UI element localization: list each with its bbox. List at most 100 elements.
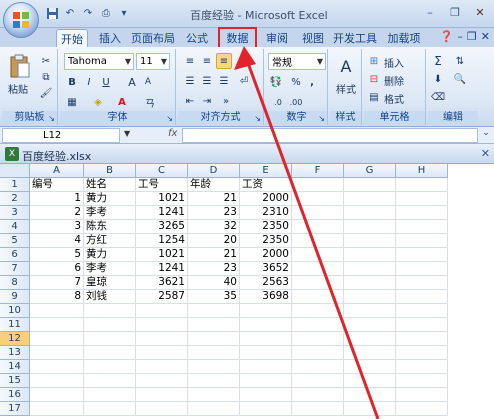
cell-f10[interactable]	[292, 304, 344, 318]
cell-b11[interactable]	[84, 318, 136, 332]
cell-e9[interactable]: 3698	[240, 290, 292, 304]
cell-d11[interactable]	[188, 318, 240, 332]
tab-view[interactable]: 视图	[298, 29, 328, 47]
font-color-icon[interactable]: A	[114, 94, 130, 110]
cell-d7[interactable]: 23	[188, 262, 240, 276]
cell-f17[interactable]	[292, 402, 344, 416]
fx-button[interactable]: fx	[168, 128, 177, 139]
insert-cells-label[interactable]: 插入	[384, 55, 404, 70]
number-launcher-icon[interactable]: ↘	[318, 114, 325, 123]
cell-f3[interactable]	[292, 206, 344, 220]
clipboard-launcher-icon[interactable]: ↘	[48, 114, 55, 123]
font-name-dropdown[interactable]: Tahoma ▼	[64, 53, 134, 70]
cell-h14[interactable]	[396, 360, 448, 374]
format-cells-label[interactable]: 格式	[384, 91, 404, 106]
cell-a6[interactable]: 5	[30, 248, 84, 262]
cell-d8[interactable]: 40	[188, 276, 240, 290]
help-icon[interactable]: ❓	[440, 30, 454, 43]
cell-e1[interactable]: 工资	[240, 178, 292, 192]
delete-cells-label[interactable]: 删除	[384, 73, 404, 88]
name-box[interactable]: L12	[2, 128, 120, 143]
cell-f1[interactable]	[292, 178, 344, 192]
decrease-decimal-icon[interactable]: .00	[288, 94, 304, 110]
column-header-h[interactable]: H	[396, 164, 448, 178]
cell-g3[interactable]	[344, 206, 396, 220]
cell-b13[interactable]	[84, 346, 136, 360]
name-box-dropdown-icon[interactable]: ▼	[124, 129, 130, 138]
phonetic-icon[interactable]: ㄢ	[142, 94, 158, 110]
cell-a4[interactable]: 3	[30, 220, 84, 234]
cell-a16[interactable]	[30, 388, 84, 402]
cell-d13[interactable]	[188, 346, 240, 360]
cell-g1[interactable]	[344, 178, 396, 192]
cell-d17[interactable]	[188, 402, 240, 416]
cell-f9[interactable]	[292, 290, 344, 304]
cut-icon[interactable]: ✂	[38, 53, 54, 69]
cell-f5[interactable]	[292, 234, 344, 248]
cell-b12[interactable]	[84, 332, 136, 346]
cell-f4[interactable]	[292, 220, 344, 234]
tab-add-ins[interactable]: 加载项	[385, 29, 423, 47]
cell-h8[interactable]	[396, 276, 448, 290]
undo-icon[interactable]: ↶	[62, 5, 78, 21]
cell-b14[interactable]	[84, 360, 136, 374]
cell-e5[interactable]: 2350	[240, 234, 292, 248]
cell-g2[interactable]	[344, 192, 396, 206]
cell-f15[interactable]	[292, 374, 344, 388]
cell-d3[interactable]: 23	[188, 206, 240, 220]
column-header-e[interactable]: E	[240, 164, 292, 178]
column-header-d[interactable]: D	[188, 164, 240, 178]
styles-icon[interactable]: A	[334, 53, 358, 79]
row-header-1[interactable]: 1	[0, 178, 30, 192]
cell-b7[interactable]: 李考	[84, 262, 136, 276]
decrease-indent-icon[interactable]: ⇤	[182, 93, 198, 109]
styles-button-label[interactable]: 样式	[336, 81, 356, 96]
cell-e11[interactable]	[240, 318, 292, 332]
cell-a9[interactable]: 8	[30, 290, 84, 304]
cell-a15[interactable]	[30, 374, 84, 388]
clear-icon[interactable]: ⌫	[430, 89, 446, 105]
cell-a7[interactable]: 6	[30, 262, 84, 276]
row-header-15[interactable]: 15	[0, 374, 30, 388]
align-right-icon[interactable]: ☰	[216, 73, 232, 89]
cell-h7[interactable]	[396, 262, 448, 276]
format-cells-icon[interactable]: ▤	[366, 89, 382, 105]
cell-a3[interactable]: 2	[30, 206, 84, 220]
cell-f7[interactable]	[292, 262, 344, 276]
cell-a14[interactable]	[30, 360, 84, 374]
cell-a11[interactable]	[30, 318, 84, 332]
cell-h17[interactable]	[396, 402, 448, 416]
cell-g17[interactable]	[344, 402, 396, 416]
cell-c17[interactable]	[136, 402, 188, 416]
format-painter-icon[interactable]: 🖌	[38, 85, 54, 101]
shrink-font-button[interactable]: A	[140, 74, 156, 90]
cell-d6[interactable]: 21	[188, 248, 240, 262]
currency-icon[interactable]: 💱	[268, 74, 284, 90]
cell-a2[interactable]: 1	[30, 192, 84, 206]
expand-formula-icon[interactable]: ⌄	[480, 128, 492, 143]
cell-d12[interactable]	[188, 332, 240, 346]
delete-cells-icon[interactable]: ⊟	[366, 71, 382, 87]
cell-g15[interactable]	[344, 374, 396, 388]
cell-h2[interactable]	[396, 192, 448, 206]
cell-c10[interactable]	[136, 304, 188, 318]
tab-data[interactable]: 数据	[218, 27, 257, 49]
cell-b6[interactable]: 黄力	[84, 248, 136, 262]
cell-e6[interactable]: 2000	[240, 248, 292, 262]
cell-e7[interactable]: 3652	[240, 262, 292, 276]
cell-h16[interactable]	[396, 388, 448, 402]
align-center-icon[interactable]: ☰	[199, 73, 215, 89]
number-format-dropdown[interactable]: 常规 ▼	[268, 53, 326, 70]
row-header-10[interactable]: 10	[0, 304, 30, 318]
font-launcher-icon[interactable]: ↘	[166, 114, 173, 123]
cell-c4[interactable]: 3265	[136, 220, 188, 234]
cell-e13[interactable]	[240, 346, 292, 360]
cell-c15[interactable]	[136, 374, 188, 388]
tab-formulas[interactable]: 公式	[182, 29, 212, 47]
cell-a17[interactable]	[30, 402, 84, 416]
cell-g16[interactable]	[344, 388, 396, 402]
restore-workbook-icon[interactable]: ❐	[467, 30, 477, 43]
row-header-9[interactable]: 9	[0, 290, 30, 304]
row-header-7[interactable]: 7	[0, 262, 30, 276]
cell-e15[interactable]	[240, 374, 292, 388]
